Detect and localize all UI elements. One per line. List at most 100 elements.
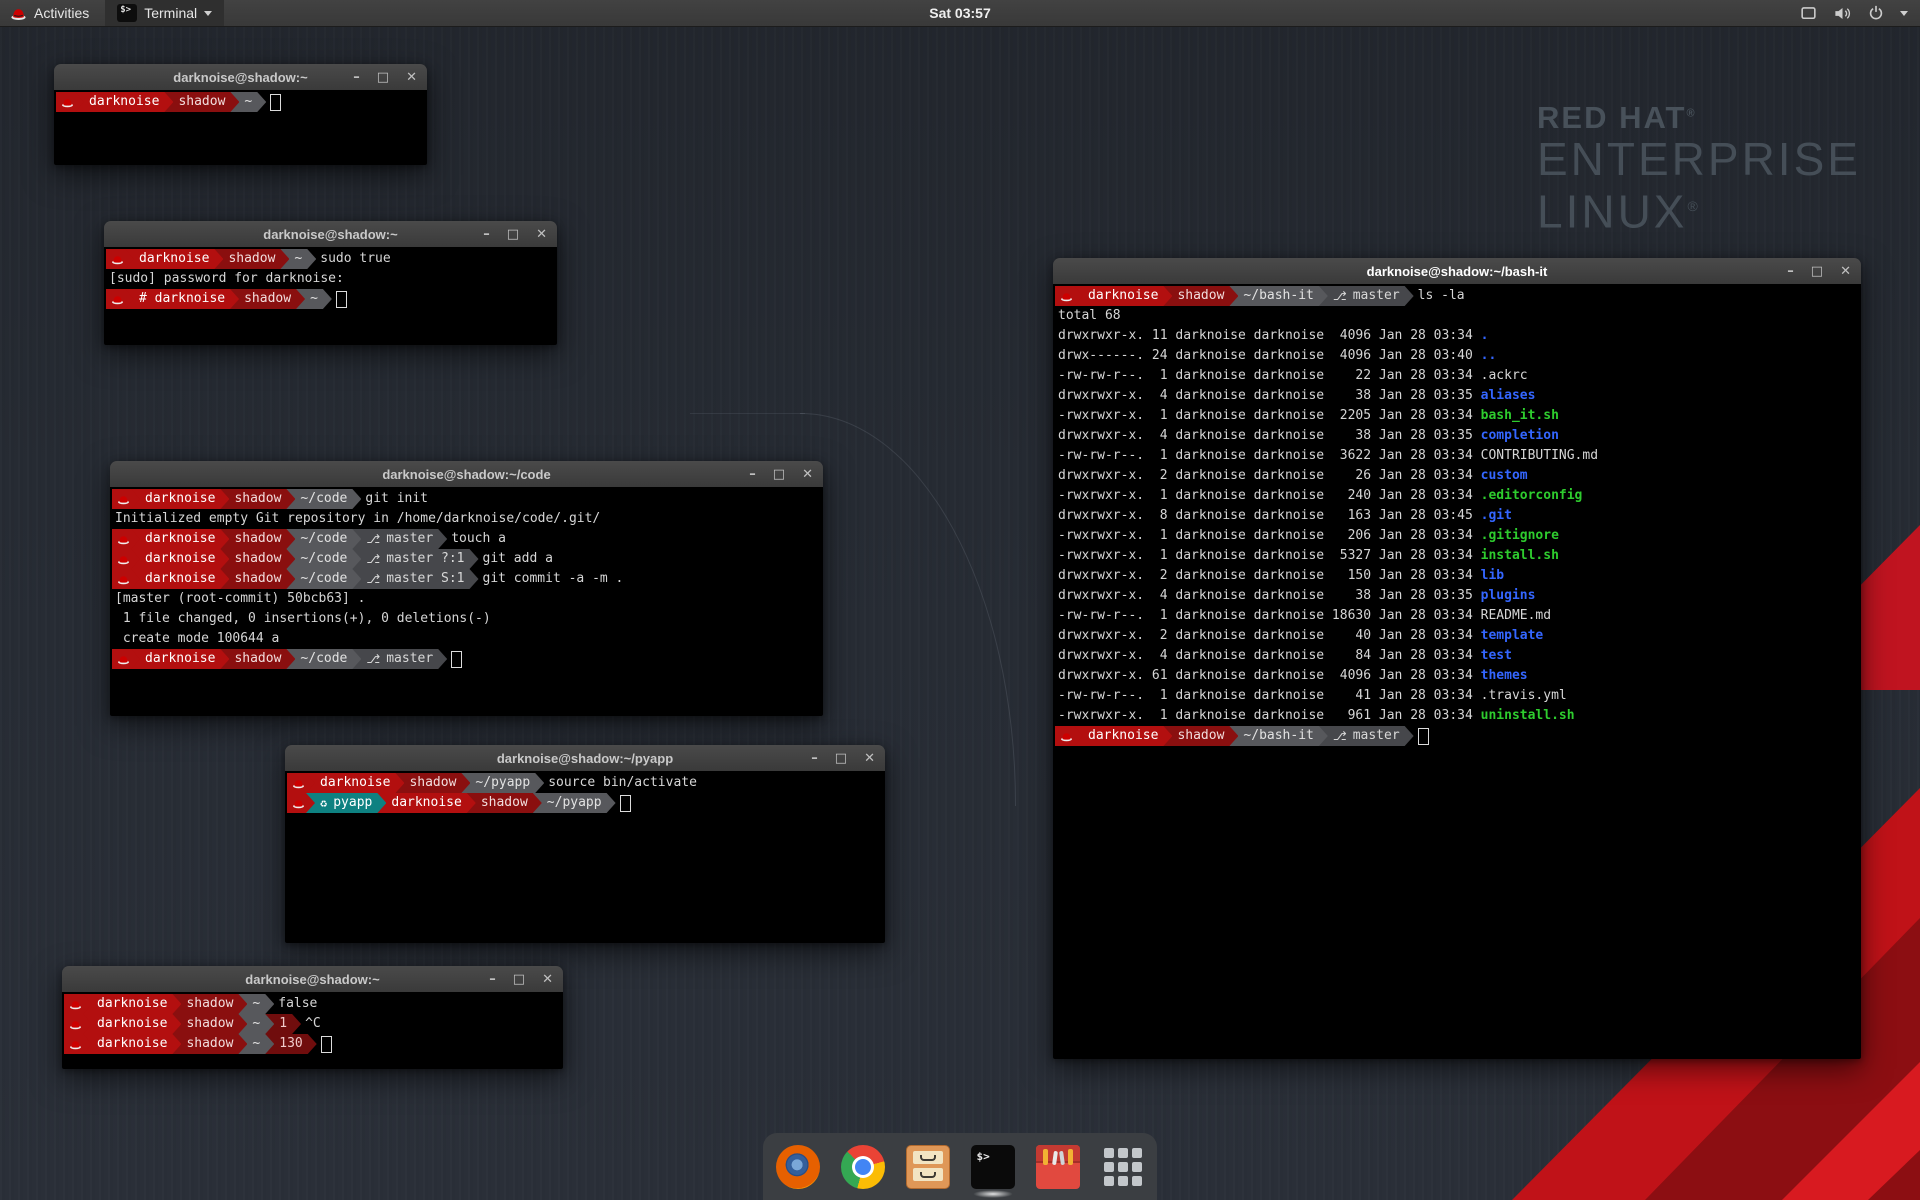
redhat-prompt-icon bbox=[292, 778, 305, 789]
file-name: .editorconfig bbox=[1481, 488, 1583, 503]
app-menu-terminal[interactable]: $> Terminal bbox=[105, 0, 224, 26]
close-button[interactable]: ✕ bbox=[542, 973, 553, 986]
segment-text: darknoise bbox=[145, 529, 215, 549]
terminal-row: darknoiseshadow~ bbox=[56, 92, 427, 112]
maximize-button[interactable]: □ bbox=[377, 71, 389, 84]
activities-button[interactable]: Activities bbox=[8, 0, 99, 26]
window-title: darknoise@shadow:~/bash-it bbox=[1367, 264, 1548, 279]
redhat-prompt-icon bbox=[117, 494, 130, 505]
redhat-prompt-icon bbox=[111, 254, 124, 265]
terminal-body[interactable]: darknoiseshadow~ bbox=[54, 90, 427, 165]
terminal-row: drwxrwxr-x. 4 darknoise darknoise 84 Jan… bbox=[1055, 646, 1861, 666]
prompt-segment-git: ⎇master ?:1 bbox=[352, 549, 478, 569]
ls-output-line: drwxrwxr-x. 4 darknoise darknoise 38 Jan… bbox=[1055, 386, 1535, 406]
maximize-button[interactable]: □ bbox=[835, 752, 847, 765]
ls-output-line: drwxrwxr-x. 4 darknoise darknoise 38 Jan… bbox=[1055, 586, 1535, 606]
terminal-body[interactable]: darknoiseshadow~falsedarknoiseshadow~1^C… bbox=[62, 992, 563, 1069]
maximize-button[interactable]: □ bbox=[773, 468, 785, 481]
window-titlebar[interactable]: darknoise@shadow:~/pyapp–□✕ bbox=[285, 745, 885, 772]
terminal-row: drwxrwxr-x. 8 darknoise darknoise 163 Ja… bbox=[1055, 506, 1861, 526]
app-grid-icon[interactable] bbox=[1101, 1145, 1145, 1189]
segment-text: master bbox=[1353, 726, 1400, 746]
close-button[interactable]: ✕ bbox=[536, 228, 547, 241]
prompt-segment-host: shadow bbox=[395, 773, 470, 793]
activities-label: Activities bbox=[34, 5, 89, 21]
terminal-row: create mode 100644 a bbox=[112, 629, 823, 649]
close-button[interactable]: ✕ bbox=[1840, 265, 1851, 278]
terminal-window-pyapp[interactable]: darknoise@shadow:~/pyapp–□✕darknoiseshad… bbox=[285, 745, 885, 943]
maximize-button[interactable]: □ bbox=[507, 228, 519, 241]
maximize-button[interactable]: □ bbox=[1811, 265, 1823, 278]
output-line: total 68 bbox=[1055, 306, 1121, 326]
prompt-segment-host: shadow bbox=[220, 549, 295, 569]
file-meta: drwxrwxr-x. 2 darknoise darknoise 26 Jan… bbox=[1058, 468, 1481, 483]
prompt-segment-user: darknoise bbox=[131, 489, 229, 509]
minimize-button[interactable]: – bbox=[353, 71, 360, 84]
window-titlebar[interactable]: darknoise@shadow:~–□✕ bbox=[54, 64, 427, 91]
logo-linux-text: LINUX bbox=[1537, 185, 1687, 237]
terminal-window-code[interactable]: darknoise@shadow:~/code–□✕darknoiseshado… bbox=[110, 461, 823, 716]
segment-text: shadow bbox=[244, 289, 291, 309]
file-name: test bbox=[1481, 648, 1512, 663]
ls-output-line: -rwxrwxr-x. 1 darknoise darknoise 2205 J… bbox=[1055, 406, 1559, 426]
file-name: lib bbox=[1481, 568, 1504, 583]
file-name: .gitignore bbox=[1481, 528, 1559, 543]
clock[interactable]: Sat 03:57 bbox=[929, 5, 990, 21]
terminal-row: total 68 bbox=[1055, 306, 1861, 326]
terminal-row: [master (root-commit) 50bcb63] . bbox=[112, 589, 823, 609]
ls-output-line: -rw-rw-r--. 1 darknoise darknoise 18630 … bbox=[1055, 606, 1551, 626]
toolbox-icon[interactable] bbox=[1036, 1145, 1080, 1189]
prompt-segment-user: darknoise bbox=[83, 994, 181, 1014]
system-status-area[interactable] bbox=[1799, 0, 1920, 26]
file-meta: -rw-rw-r--. 1 darknoise darknoise 41 Jan… bbox=[1058, 688, 1481, 703]
app-menu-label: Terminal bbox=[144, 5, 197, 21]
terminal-row: 1 file changed, 0 insertions(+), 0 delet… bbox=[112, 609, 823, 629]
terminal-body[interactable]: darknoiseshadow~sudo true[sudo] password… bbox=[104, 247, 557, 345]
terminal-window-bash-it[interactable]: darknoise@shadow:~/bash-it – □ ✕ darknoisesh… bbox=[1053, 258, 1861, 1059]
terminal-icon[interactable]: $> bbox=[971, 1145, 1015, 1189]
firefox-icon[interactable] bbox=[776, 1145, 820, 1189]
minimize-button[interactable]: – bbox=[483, 228, 490, 241]
file-name: .. bbox=[1481, 348, 1497, 363]
terminal-row: [sudo] password for darknoise: bbox=[106, 269, 557, 289]
segment-text: darknoise bbox=[97, 1014, 167, 1034]
terminal-cursor bbox=[321, 1036, 332, 1053]
minimize-button[interactable]: – bbox=[749, 468, 756, 481]
command-text: sudo true bbox=[307, 249, 390, 269]
files-icon[interactable] bbox=[906, 1145, 950, 1189]
file-name: bash_it.sh bbox=[1481, 408, 1559, 423]
prompt-segment-user: darknoise bbox=[75, 92, 173, 112]
terminal-row: darknoiseshadow~/code⎇master S:1git comm… bbox=[112, 569, 823, 589]
segment-text: darknoise bbox=[145, 549, 215, 569]
terminal-body[interactable]: darknoiseshadow~/codegit initInitialized… bbox=[110, 487, 823, 716]
git-branch-icon: ⎇ bbox=[366, 529, 380, 549]
segment-text: 1 bbox=[279, 1014, 287, 1034]
terminal-row: Initialized empty Git repository in /hom… bbox=[112, 509, 823, 529]
file-name: completion bbox=[1481, 428, 1559, 443]
window-titlebar[interactable]: darknoise@shadow:~/code–□✕ bbox=[110, 461, 823, 488]
window-titlebar[interactable]: darknoise@shadow:~–□✕ bbox=[104, 221, 557, 248]
ls-output-line: drwxrwxr-x. 2 darknoise darknoise 150 Ja… bbox=[1055, 566, 1504, 586]
running-indicator bbox=[973, 1190, 1013, 1198]
segment-text: shadow bbox=[234, 569, 281, 589]
terminal-window-sudo[interactable]: darknoise@shadow:~–□✕darknoiseshadow~sud… bbox=[104, 221, 557, 345]
terminal-row: darknoiseshadow~130 bbox=[64, 1034, 563, 1054]
output-line: 1 file changed, 0 insertions(+), 0 delet… bbox=[112, 609, 491, 629]
terminal-body[interactable]: darknoiseshadow~/bash-it⎇masterls -latot… bbox=[1053, 284, 1861, 1059]
close-button[interactable]: ✕ bbox=[406, 71, 417, 84]
close-button[interactable]: ✕ bbox=[802, 468, 813, 481]
window-titlebar[interactable]: darknoise@shadow:~–□✕ bbox=[62, 966, 563, 993]
terminal-body[interactable]: darknoiseshadow~/pyappsource bin/activat… bbox=[285, 771, 885, 943]
minimize-button[interactable]: – bbox=[811, 752, 818, 765]
close-button[interactable]: ✕ bbox=[864, 752, 875, 765]
redhat-prompt-icon bbox=[69, 999, 82, 1010]
redhat-prompt-icon bbox=[69, 1019, 82, 1030]
terminal-row: -rwxrwxr-x. 1 darknoise darknoise 240 Ja… bbox=[1055, 486, 1861, 506]
terminal-window-home-1[interactable]: darknoise@shadow:~–□✕darknoiseshadow~ bbox=[54, 64, 427, 165]
terminal-window-home-2[interactable]: darknoise@shadow:~–□✕darknoiseshadow~fal… bbox=[62, 966, 563, 1069]
minimize-button[interactable]: – bbox=[489, 973, 496, 986]
minimize-button[interactable]: – bbox=[1787, 265, 1794, 278]
window-titlebar[interactable]: darknoise@shadow:~/bash-it – □ ✕ bbox=[1053, 258, 1861, 285]
maximize-button[interactable]: □ bbox=[513, 973, 525, 986]
chrome-icon[interactable] bbox=[841, 1145, 885, 1189]
